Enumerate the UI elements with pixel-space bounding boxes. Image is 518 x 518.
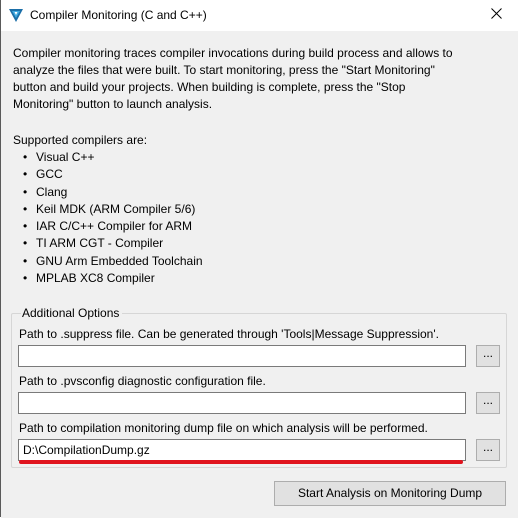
compiler-list: • Visual C++ • GCC • Clang • Keil MDK (ARM C…: [23, 149, 203, 287]
compiler-monitoring-window: Compiler Monitoring (C and C++) Compiler…: [0, 0, 518, 518]
list-item: • MPLAB XC8 Compiler: [23, 271, 155, 286]
suppress-file-label: Path to .suppress file. Can be generated…: [19, 327, 439, 341]
dialog-body: Compiler monitoring traces compiler invo…: [1, 31, 518, 518]
list-item: • Clang: [23, 184, 68, 199]
window-title: Compiler Monitoring (C and C++): [30, 8, 207, 22]
list-item: • GCC: [23, 167, 63, 182]
pvsconfig-file-label: Path to .pvsconfig diagnostic configurat…: [19, 374, 266, 388]
app-logo-icon: [8, 7, 24, 23]
pvsconfig-file-input[interactable]: [18, 392, 466, 414]
supported-compilers-heading: Supported compilers are:: [13, 133, 148, 147]
list-item: • GNU Arm Embedded Toolchain: [23, 253, 203, 268]
dump-file-input[interactable]: [18, 439, 466, 461]
list-item: • Visual C++: [23, 150, 95, 164]
pvsconfig-browse-button[interactable]: ...: [476, 392, 500, 414]
close-icon: [490, 8, 502, 22]
list-item: • IAR C/C++ Compiler for ARM: [23, 219, 193, 234]
title-bar[interactable]: Compiler Monitoring (C and C++): [1, 0, 518, 31]
highlight-underline: [19, 460, 463, 464]
suppress-browse-button[interactable]: ...: [476, 345, 500, 367]
additional-options-title: Additional Options: [21, 305, 123, 321]
list-item: • TI ARM CGT - Compiler: [23, 236, 164, 251]
dump-file-label: Path to compilation monitoring dump file…: [19, 421, 428, 435]
description-text: Compiler monitoring traces compiler invo…: [13, 46, 453, 111]
list-item: • Keil MDK (ARM Compiler 5/6): [23, 201, 196, 216]
dump-browse-button[interactable]: ...: [476, 439, 500, 461]
start-analysis-button[interactable]: Start Analysis on Monitoring Dump: [274, 481, 506, 506]
suppress-file-input[interactable]: [18, 345, 466, 367]
close-button[interactable]: [473, 0, 518, 30]
